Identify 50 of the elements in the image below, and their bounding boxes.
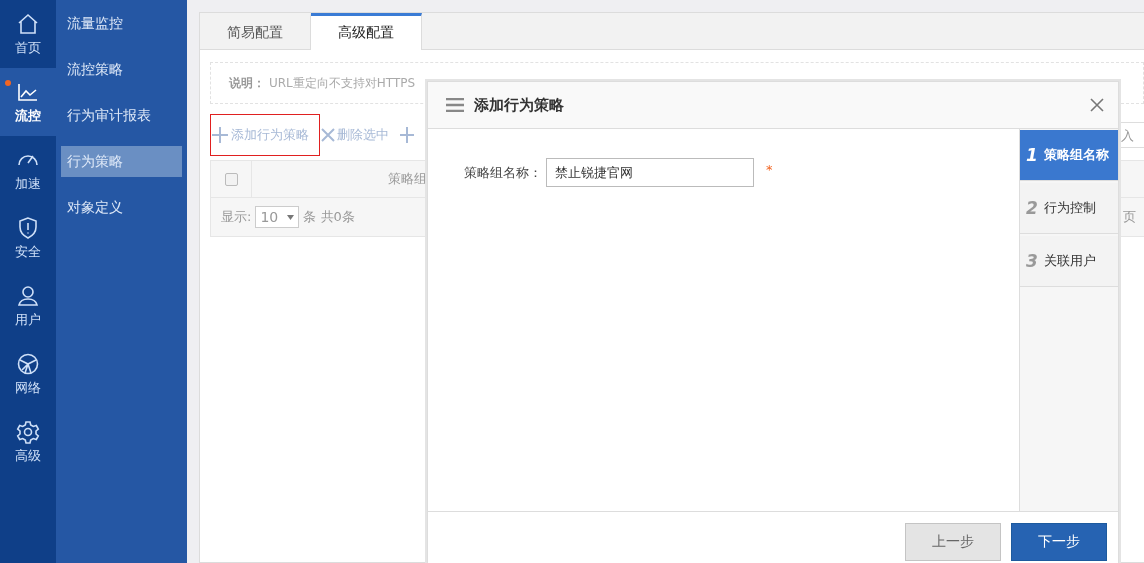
close-icon: [1090, 98, 1104, 112]
step-number: 3: [1026, 251, 1038, 271]
nav-item[interactable]: 流控: [0, 68, 56, 136]
step-number: 1: [1026, 145, 1038, 165]
note-text: URL重定向不支持对HTTPS: [269, 74, 416, 92]
submenu-item[interactable]: 对象定义: [61, 192, 182, 223]
submenu-item[interactable]: 流控策略: [61, 54, 182, 85]
step-number: 2: [1026, 198, 1038, 218]
page-size-label: 显示:: [221, 208, 252, 226]
gear-icon: [16, 419, 40, 444]
tab[interactable]: 高级配置: [311, 13, 422, 50]
submenu-item[interactable]: 流量监控: [61, 8, 182, 39]
nav-item[interactable]: 首页: [0, 0, 56, 68]
nav-item[interactable]: 用户: [0, 272, 56, 340]
record-count: 条 共0条: [303, 208, 355, 226]
step-label: 行为控制: [1043, 199, 1096, 217]
step-label: 关联用户: [1043, 252, 1096, 270]
step-item[interactable]: 1 策略组名称: [1020, 130, 1118, 181]
nav-item[interactable]: 高级: [0, 408, 56, 476]
nav-label: 加速: [15, 174, 41, 193]
menu-icon: [446, 98, 464, 112]
note-label: 说明：: [229, 74, 265, 92]
home-icon: [16, 11, 40, 36]
nav-item[interactable]: 加速: [0, 136, 56, 204]
submenu-item[interactable]: 行为审计报表: [61, 100, 182, 131]
nav-label: 流控: [15, 106, 41, 125]
select-all-checkbox[interactable]: [224, 172, 238, 186]
cross-icon: [321, 128, 335, 142]
required-mark: *: [766, 162, 773, 177]
nav-item[interactable]: 网络: [0, 340, 56, 408]
close-button[interactable]: [1090, 98, 1104, 112]
step-label: 策略组名称: [1043, 146, 1109, 164]
user-icon: [16, 283, 40, 308]
dialog-title: 添加行为策略: [474, 95, 565, 115]
nav-label: 首页: [15, 38, 41, 57]
nav-label: 安全: [15, 242, 41, 261]
shield-icon: [16, 215, 40, 240]
plus-icon: [211, 126, 229, 144]
plus-icon[interactable]: [400, 126, 414, 144]
nav-item[interactable]: 安全: [0, 204, 56, 272]
nav-label: 高级: [15, 446, 41, 465]
nav-label: 用户: [15, 310, 41, 329]
globe-icon: [16, 351, 40, 376]
name-field[interactable]: 禁止锐捷官网: [546, 158, 754, 187]
next-button[interactable]: 下一步: [1011, 523, 1107, 561]
field-label: 策略组名称：: [464, 163, 542, 182]
previous-button[interactable]: 上一步: [905, 523, 1001, 561]
column-header: 策略组: [387, 170, 427, 188]
nav-label: 网络: [15, 378, 41, 397]
caret-icon: [287, 214, 295, 220]
